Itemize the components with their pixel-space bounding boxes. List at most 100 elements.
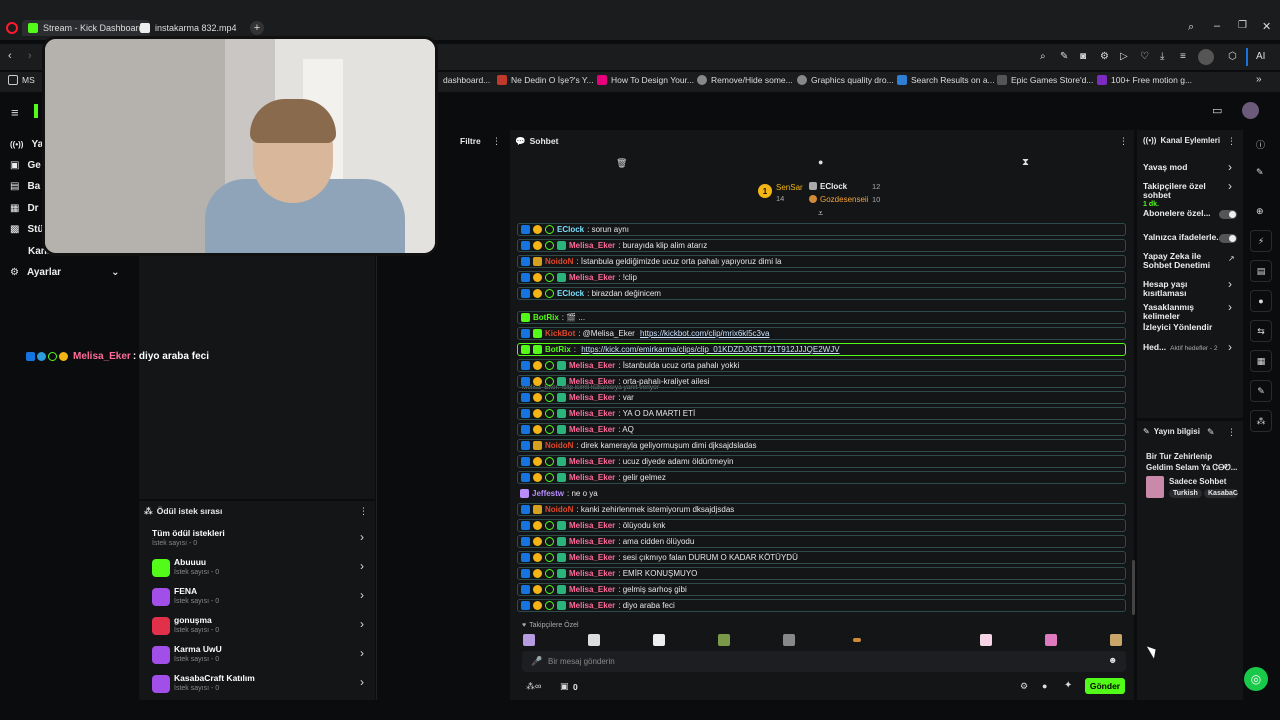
channel-action-item[interactable]: Hesap yaşı kısıtlaması: [1143, 280, 1225, 298]
chat-username[interactable]: Melisa_Eker: [569, 569, 615, 578]
chevron-right-icon[interactable]: ›: [1228, 277, 1232, 291]
chat-message[interactable]: Melisa_Eker: diyo araba feci: [517, 599, 1126, 612]
chat-input[interactable]: 🎤 Bir mesaj gönderin ☻: [522, 651, 1126, 672]
trash-icon[interactable]: 🗑: [616, 158, 627, 169]
download-icon[interactable]: ⤓: [1160, 51, 1164, 62]
chat-username[interactable]: BotRix: [545, 345, 571, 354]
emote[interactable]: [1045, 634, 1057, 646]
channel-points-icon[interactable]: ⁂∞: [526, 681, 541, 692]
minimize-icon[interactable]: –: [1214, 20, 1220, 32]
share-icon[interactable]: ⁂: [1250, 410, 1272, 432]
chat-username[interactable]: NoidoN: [545, 257, 573, 266]
chat-username[interactable]: KickBot: [545, 329, 575, 338]
user-avatar[interactable]: [1242, 102, 1259, 119]
emote[interactable]: [718, 634, 730, 646]
reward-item[interactable]: gonuşma İstek sayısı - 0 ›: [146, 613, 370, 641]
bookmark-ne-dedin[interactable]: Ne Dedin O İşe?'s Y...: [497, 75, 594, 85]
chat-message[interactable]: NoidoN: direk kamerayla geliyormuşum dim…: [517, 439, 1126, 452]
chat-message[interactable]: Melisa_Eker: EMİR KONUŞMUYO: [517, 567, 1126, 580]
gift-icon[interactable]: ▣: [560, 681, 569, 692]
chat-username[interactable]: Melisa_Eker: [569, 393, 615, 402]
channel-action-item[interactable]: İzleyici Yönlendir: [1143, 323, 1225, 332]
external-link-icon[interactable]: ↗: [1228, 254, 1235, 263]
emote[interactable]: [653, 634, 665, 646]
chevron-right-icon[interactable]: ›: [1228, 300, 1232, 314]
settings-icon[interactable]: ⚙: [1100, 51, 1109, 62]
chat-username[interactable]: Jeffestw: [532, 489, 564, 498]
channel-action-item[interactable]: Yalnızca ifadelerle...: [1143, 233, 1225, 242]
search-tabs-icon[interactable]: ⌕: [1188, 21, 1194, 34]
channel-action-item[interactable]: Hed... Aktif hedefler - 2: [1143, 343, 1225, 353]
channel-action-item[interactable]: Yasaklanmış kelimeler: [1143, 303, 1225, 321]
forward-icon[interactable]: ›: [28, 50, 32, 62]
chat-message[interactable]: KickBot: @Melisa_Eker https://kickbot.co…: [517, 327, 1126, 340]
chat-more-icon[interactable]: ⋮: [1119, 136, 1128, 147]
toggle-switch[interactable]: [1219, 234, 1237, 243]
tab-instakarma[interactable]: instakarma 832.mp4: [134, 20, 243, 36]
reward-item[interactable]: FENA İstek sayısı - 0 ›: [146, 584, 370, 612]
chat-message[interactable]: NoidoN: kanki zehirlenmek istemiyorum dk…: [517, 503, 1126, 516]
sparkle-icon[interactable]: ✦: [1064, 680, 1072, 691]
menu-icon[interactable]: ≡: [1180, 51, 1186, 62]
nav-item-ayarlar[interactable]: ⚙ Ayarlar ⌄: [10, 267, 119, 278]
nav-item-studio[interactable]: ▩ Stü: [10, 224, 44, 235]
reward-item[interactable]: Tüm ödül istekleri İstek sayısı - 0 ›: [146, 526, 370, 554]
bookmark-motion[interactable]: 100+ Free motion g...: [1097, 75, 1192, 85]
chat-message[interactable]: Melisa_Eker: YA O DA MARTI ETİ: [517, 407, 1126, 420]
emote[interactable]: [523, 634, 535, 646]
notes-icon[interactable]: ▤: [1250, 260, 1272, 282]
edit-icon[interactable]: ✎: [1207, 427, 1215, 438]
tab-kick-dashboard[interactable]: Stream - Kick Dashboard: [22, 20, 150, 36]
info-icon[interactable]: ⓘ: [1256, 138, 1265, 151]
channel-action-item[interactable]: Yapay Zeka ile Sohbet Denetimi: [1143, 252, 1225, 270]
chat-username[interactable]: Melisa_Eker: [569, 409, 615, 418]
emoji-icon[interactable]: ☻: [1108, 655, 1117, 665]
chat-username[interactable]: Melisa_Eker: [569, 425, 615, 434]
chat-username[interactable]: EClock: [557, 289, 584, 298]
chat-username[interactable]: Melisa_Eker: [569, 601, 615, 610]
nav-item-dr[interactable]: ▦ Dr: [10, 203, 39, 214]
channel-action-item[interactable]: Abonelere özel...: [1143, 209, 1225, 218]
chat-bubble-icon[interactable]: ●: [818, 157, 823, 167]
target-icon[interactable]: ⊕: [1256, 206, 1264, 217]
bookmark-dashboard[interactable]: dashboard...: [443, 75, 490, 85]
bookmark-search-results[interactable]: Search Results on a...: [897, 75, 995, 85]
emote[interactable]: [783, 634, 795, 646]
chat-message[interactable]: BotRix: 🎬 ...: [517, 311, 1126, 324]
chat-username[interactable]: Melisa_Eker: [569, 537, 615, 546]
chat-message[interactable]: Melisa_Eker: İstanbulda ucuz orta pahalı…: [517, 359, 1126, 372]
scroll-down-icon[interactable]: ⩡: [818, 208, 823, 219]
chat-message[interactable]: Melisa_Eker: gelmiş sarhoş gibi: [517, 583, 1126, 596]
chat-username[interactable]: Melisa_Eker: [569, 521, 615, 530]
channel-action-item[interactable]: Takipçilere özel sohbet 1 dk.: [1143, 182, 1225, 209]
emote[interactable]: [980, 634, 992, 646]
nav-item-ba[interactable]: ▤ Ba: [10, 181, 40, 192]
ai-button[interactable]: AI: [1256, 51, 1265, 62]
play-icon[interactable]: ▷: [1120, 51, 1128, 62]
chat-username[interactable]: NoidoN: [545, 441, 573, 450]
camera-icon[interactable]: ◙: [1080, 51, 1086, 62]
chat-username[interactable]: BotRix: [533, 313, 559, 322]
chat-username[interactable]: Melisa_Eker: [569, 585, 615, 594]
filter-more-icon[interactable]: ⋮: [492, 136, 501, 147]
heart-icon[interactable]: ♡: [1140, 51, 1149, 62]
wrench-icon[interactable]: ✎: [1250, 380, 1272, 402]
chat-message[interactable]: Melisa_Eker: ama cidden ölüyodu: [517, 535, 1126, 548]
bookmark-remove-hide[interactable]: Remove/Hide some...: [697, 75, 793, 85]
chevron-right-icon[interactable]: ›: [1228, 160, 1232, 174]
edit-icon[interactable]: ✎: [1060, 51, 1068, 62]
chat-username[interactable]: Melisa_Eker: [569, 361, 615, 370]
send-button[interactable]: Gönder: [1085, 678, 1125, 694]
chat-username[interactable]: Melisa_Eker: [569, 553, 615, 562]
opera-logo-icon[interactable]: [6, 22, 18, 34]
bookmark-ms[interactable]: MS: [8, 75, 35, 85]
chat-link[interactable]: https://kick.com/emirkarma/clips/clip_01…: [581, 345, 839, 354]
toggle-switch[interactable]: [1219, 210, 1237, 219]
reward-more-icon[interactable]: ⋮: [359, 506, 368, 517]
chat-icon[interactable]: ●: [1250, 290, 1272, 312]
new-tab-button[interactable]: +: [250, 21, 264, 35]
chat-username[interactable]: Melisa_Eker: [569, 377, 615, 386]
settings-icon[interactable]: ⚙: [1020, 681, 1028, 692]
hamburger-icon[interactable]: ≡: [11, 105, 19, 120]
pencil-icon[interactable]: ✎: [1256, 167, 1264, 178]
